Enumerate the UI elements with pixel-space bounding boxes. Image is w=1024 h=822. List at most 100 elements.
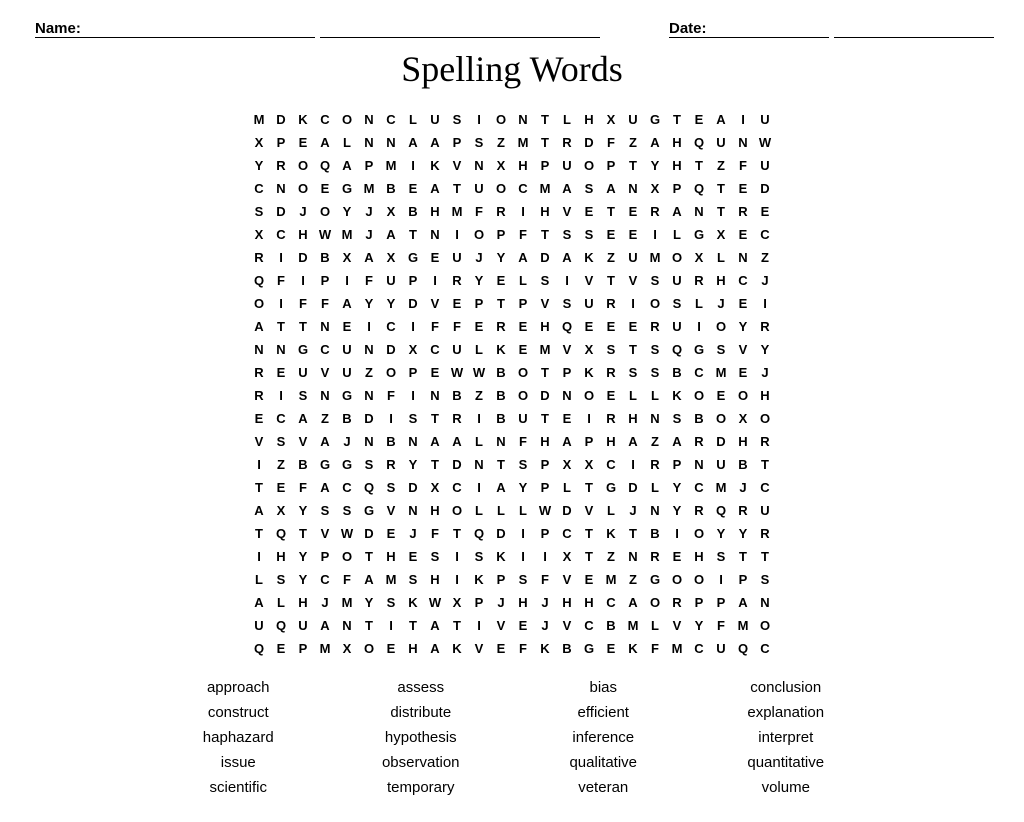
- grid-cell: F: [732, 154, 754, 176]
- grid-cell: Y: [666, 476, 688, 498]
- grid-cell: V: [380, 499, 402, 521]
- grid-cell: Z: [644, 430, 666, 452]
- grid-cell: T: [688, 154, 710, 176]
- grid-cell: B: [380, 177, 402, 199]
- grid-cell: T: [292, 315, 314, 337]
- grid-cell: Z: [358, 361, 380, 383]
- grid-cell: L: [622, 384, 644, 406]
- grid-cell: S: [644, 361, 666, 383]
- grid-cell: N: [270, 177, 292, 199]
- grid-cell: M: [710, 476, 732, 498]
- grid-cell: E: [732, 292, 754, 314]
- grid-cell: H: [666, 131, 688, 153]
- grid-cell: B: [336, 407, 358, 429]
- grid-cell: L: [644, 476, 666, 498]
- grid-cell: E: [314, 177, 336, 199]
- grid-cell: J: [336, 430, 358, 452]
- grid-cell: D: [578, 131, 600, 153]
- grid-cell: C: [270, 407, 292, 429]
- grid-cell: P: [710, 591, 732, 613]
- grid-cell: E: [732, 177, 754, 199]
- grid-cell: H: [534, 200, 556, 222]
- grid-cell: Z: [600, 246, 622, 268]
- grid-cell: B: [380, 430, 402, 452]
- grid-cell: R: [754, 430, 776, 452]
- grid-cell: Y: [402, 453, 424, 475]
- grid-cell: S: [402, 407, 424, 429]
- grid-cell: L: [248, 568, 270, 590]
- page-header: Name: Date:: [30, 20, 994, 38]
- grid-cell: P: [402, 269, 424, 291]
- grid-cell: D: [534, 246, 556, 268]
- grid-cell: K: [490, 545, 512, 567]
- grid-cell: D: [358, 407, 380, 429]
- grid-cell: D: [446, 453, 468, 475]
- grid-cell: F: [292, 476, 314, 498]
- grid-cell: R: [490, 200, 512, 222]
- grid-cell: S: [468, 131, 490, 153]
- grid-cell: F: [468, 200, 490, 222]
- grid-cell: Z: [622, 568, 644, 590]
- grid-cell: K: [424, 154, 446, 176]
- grid-cell: I: [446, 545, 468, 567]
- grid-cell: A: [424, 614, 446, 636]
- grid-cell: E: [732, 223, 754, 245]
- grid-cell: X: [380, 246, 402, 268]
- grid-cell: S: [556, 292, 578, 314]
- grid-cell: O: [248, 292, 270, 314]
- grid-cell: P: [534, 154, 556, 176]
- grid-cell: N: [358, 338, 380, 360]
- date-label: Date:: [669, 20, 829, 38]
- grid-cell: Y: [358, 292, 380, 314]
- grid-cell: T: [446, 177, 468, 199]
- grid-cell: A: [666, 430, 688, 452]
- grid-cell: P: [446, 131, 468, 153]
- list-item: efficient: [517, 704, 690, 721]
- grid-cell: P: [666, 177, 688, 199]
- list-item: assess: [335, 679, 508, 696]
- grid-cell: J: [534, 591, 556, 613]
- grid-cell: T: [292, 522, 314, 544]
- grid-cell: N: [688, 453, 710, 475]
- grid-cell: X: [578, 453, 600, 475]
- grid-cell: E: [380, 522, 402, 544]
- grid-cell: M: [666, 637, 688, 659]
- list-item: observation: [335, 754, 508, 771]
- word-search-grid: MDKCONCLUSIONTLHXUGTEAIUXPEALNNAAPSZMTRD…: [248, 108, 776, 659]
- grid-cell: U: [754, 108, 776, 130]
- grid-cell: J: [710, 292, 732, 314]
- grid-cell: Q: [688, 177, 710, 199]
- grid-cell: K: [490, 338, 512, 360]
- grid-cell: Y: [380, 292, 402, 314]
- grid-cell: S: [270, 568, 292, 590]
- grid-cell: O: [512, 361, 534, 383]
- grid-cell: N: [754, 591, 776, 613]
- grid-cell: X: [380, 200, 402, 222]
- grid-cell: I: [270, 246, 292, 268]
- grid-cell: R: [248, 361, 270, 383]
- grid-cell: A: [424, 637, 446, 659]
- grid-cell: E: [446, 292, 468, 314]
- grid-cell: T: [578, 545, 600, 567]
- grid-cell: P: [688, 591, 710, 613]
- grid-cell: P: [534, 522, 556, 544]
- grid-cell: D: [710, 430, 732, 452]
- grid-cell: D: [622, 476, 644, 498]
- grid-cell: N: [688, 200, 710, 222]
- grid-cell: X: [336, 637, 358, 659]
- grid-cell: A: [622, 591, 644, 613]
- grid-cell: E: [424, 361, 446, 383]
- grid-cell: Z: [622, 131, 644, 153]
- grid-cell: X: [336, 246, 358, 268]
- grid-cell: A: [424, 131, 446, 153]
- grid-cell: H: [622, 407, 644, 429]
- grid-cell: R: [490, 315, 512, 337]
- grid-cell: C: [336, 476, 358, 498]
- grid-cell: I: [336, 269, 358, 291]
- grid-cell: V: [248, 430, 270, 452]
- grid-cell: Q: [358, 476, 380, 498]
- grid-cell: O: [578, 154, 600, 176]
- grid-cell: M: [534, 338, 556, 360]
- grid-cell: S: [358, 453, 380, 475]
- grid-cell: S: [622, 361, 644, 383]
